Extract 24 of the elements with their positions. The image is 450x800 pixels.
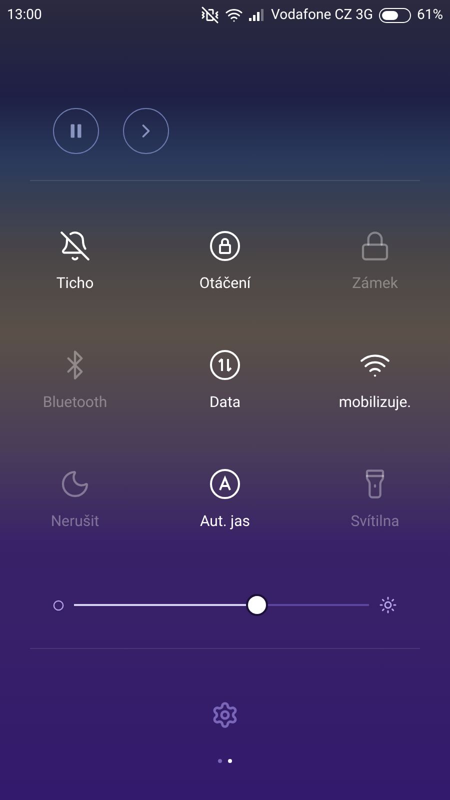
- clock-time: 13:00: [7, 6, 42, 24]
- auto-brightness-icon: [209, 468, 241, 500]
- quick-toggle[interactable]: Ticho: [0, 226, 150, 345]
- wifi-signal-icon: [225, 6, 244, 24]
- quick-toggle[interactable]: Data: [150, 345, 300, 464]
- settings-icon[interactable]: [211, 701, 239, 729]
- cell-signal-icon: [249, 9, 266, 21]
- next-button[interactable]: [123, 108, 169, 154]
- dim-brightness-icon: [53, 600, 64, 610]
- bell-off-icon: [59, 230, 91, 262]
- quick-toggle[interactable]: Otáčení: [150, 226, 300, 345]
- vibrate-off-icon: [201, 6, 220, 24]
- battery-percent: 61%: [417, 6, 443, 24]
- data-arrows-icon: [209, 349, 241, 381]
- lock-icon: [359, 230, 391, 262]
- quick-toggle[interactable]: mobilizuje.: [300, 345, 450, 464]
- pause-button[interactable]: [53, 108, 99, 154]
- rotation-lock-icon: [209, 230, 241, 262]
- quick-toggle[interactable]: Aut. jas: [150, 464, 300, 583]
- brightness-slider[interactable]: [74, 594, 369, 616]
- bright-sun-icon: [379, 596, 397, 614]
- moon-icon: [59, 468, 91, 500]
- battery-icon: [379, 8, 411, 22]
- carrier-name: Vodafone CZ 3G: [271, 6, 373, 24]
